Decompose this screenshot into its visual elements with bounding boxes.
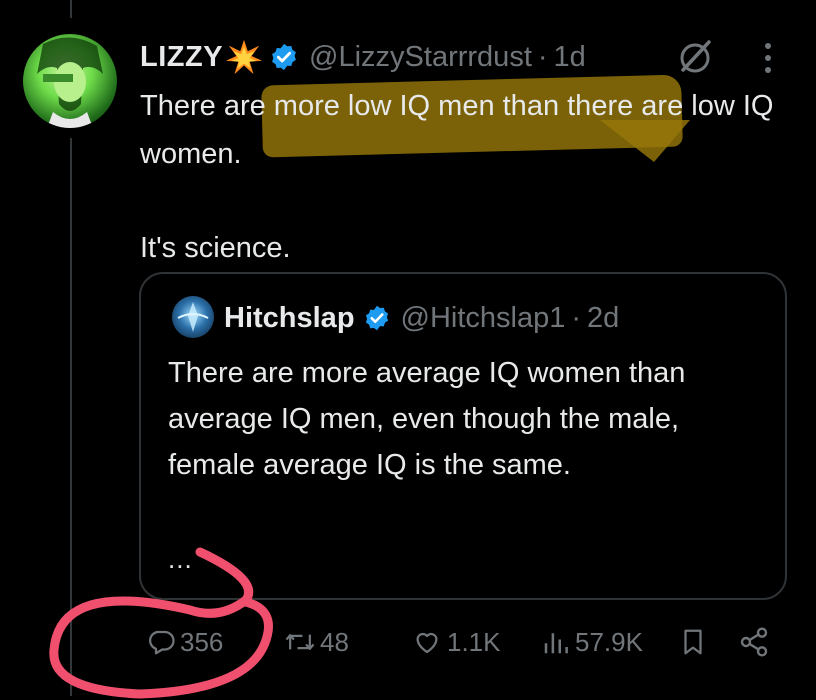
more-icon[interactable] (758, 40, 778, 76)
quote-avatar[interactable] (172, 296, 214, 338)
bookmark-icon (684, 629, 702, 655)
quote-separator-dot: · (571, 301, 582, 334)
handle[interactable]: @LizzyStarrrdust (309, 41, 532, 74)
views-button[interactable]: 57.9K (541, 622, 643, 662)
tweet-text: There are more low IQ men than there are… (140, 82, 800, 272)
quote-verified-badge-icon (365, 305, 388, 331)
avatar[interactable] (23, 34, 117, 128)
repost-count: 48 (320, 626, 349, 657)
red-annotation-circle (49, 547, 273, 699)
bookmark-button[interactable] (678, 622, 708, 662)
grok-icon[interactable] (675, 38, 715, 78)
display-name[interactable]: LIZZY (140, 41, 223, 74)
thread-line-top (70, 0, 72, 18)
tweet-text-line2: It's science. (140, 232, 291, 264)
views-count: 57.9K (575, 626, 643, 657)
like-button[interactable]: 1.1K (411, 622, 501, 662)
quote-handle[interactable]: @Hitchslap1 (401, 302, 566, 335)
share-icon (740, 627, 768, 657)
share-button[interactable] (738, 622, 770, 662)
like-icon (416, 632, 438, 654)
tweet-header: LIZZY @LizzyStarrrdust · 1d (140, 37, 586, 77)
tweet-text-line1: There are more low IQ men than there are… (140, 90, 774, 170)
repost-button[interactable]: 48 (284, 622, 349, 662)
timestamp[interactable]: 1d (554, 41, 586, 74)
quote-header: Hitchslap @Hitchslap1 · 2d (224, 298, 619, 338)
verified-badge-icon (272, 43, 296, 71)
quote-text: There are more average IQ women than ave… (168, 357, 686, 481)
sparkle-emoji (225, 39, 263, 75)
views-icon (544, 633, 568, 654)
quote-display-name[interactable]: Hitchslap (224, 302, 355, 335)
quote-timestamp[interactable]: 2d (587, 302, 619, 335)
separator-dot: · (537, 40, 548, 73)
like-count: 1.1K (447, 626, 501, 657)
